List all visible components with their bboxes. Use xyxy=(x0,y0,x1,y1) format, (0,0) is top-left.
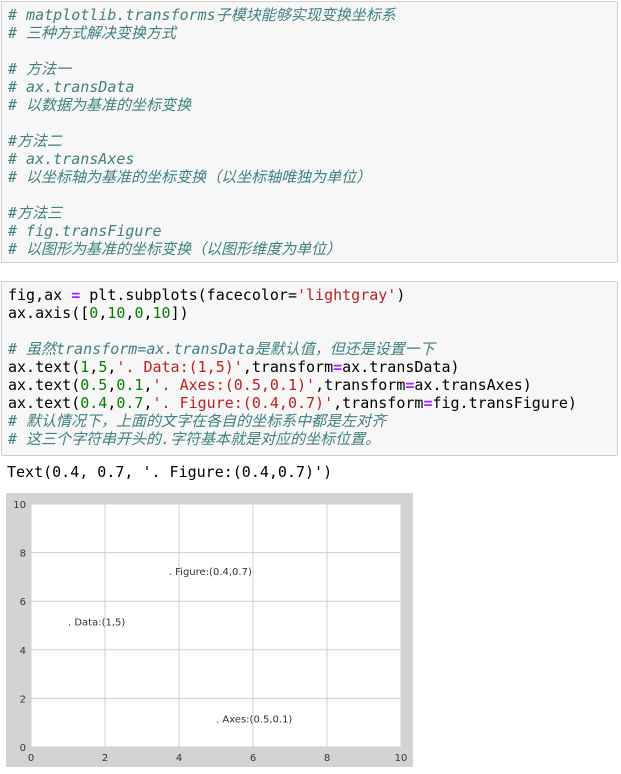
code-cell-comments[interactable]: # matplotlib.transforms子模块能够实现变换坐标系 # 三种方… xyxy=(1,1,618,263)
x-tick-label: 0 xyxy=(28,753,34,764)
code-token: ) xyxy=(396,286,406,304)
annotation-text: . Axes:(0.5,0.1) xyxy=(216,715,292,726)
code-comment: # matplotlib.transforms子模块能够实现变换坐标系 xyxy=(8,6,396,24)
code-cell-plot[interactable]: fig,ax = plt.subplots(facecolor='lightgr… xyxy=(1,281,618,456)
code-comment: # ax.transAxes xyxy=(8,150,135,168)
y-tick-label: 4 xyxy=(20,646,26,657)
code-token: ax.transAxes) xyxy=(414,376,532,394)
x-tick-label: 4 xyxy=(176,753,182,764)
annotation-text: . Data:(1,5) xyxy=(68,618,125,629)
code-token: , xyxy=(98,304,108,322)
x-tick-label: 2 xyxy=(102,753,108,764)
annotation-text: . Figure:(0.4,0.7) xyxy=(169,567,252,578)
code-comment: #方法二 xyxy=(8,132,63,150)
code-line: #方法三 xyxy=(8,204,613,222)
code-token: ax.text( xyxy=(8,358,81,376)
code-token: ax.text( xyxy=(8,394,81,412)
code-number: 10 xyxy=(107,304,126,322)
cell-output-text: Text(0.4, 0.7, '. Figure:(0.4,0.7)') xyxy=(7,463,333,481)
code-line: ax.text(0.5,0.1,'. Axes:(0.5,0.1)',trans… xyxy=(8,376,613,394)
code-token: ,transform xyxy=(333,394,424,412)
code-line: # 以数据为基准的坐标变换 xyxy=(8,96,613,114)
code-comment: # 虽然transform=ax.transData是默认值，但还是设置一下 xyxy=(8,340,435,358)
code-line: # 虽然transform=ax.transData是默认值，但还是设置一下 xyxy=(8,340,613,358)
code-token: ax.axis([ xyxy=(8,304,90,322)
code-line: # ax.transData xyxy=(8,78,613,96)
code-string: '. Data:(1,5)' xyxy=(116,358,243,376)
code-token: ,transform xyxy=(315,376,406,394)
code-comment: # 这三个字符串开头的.字符基本就是对应的坐标位置。 xyxy=(8,430,381,448)
code-token: , xyxy=(143,394,153,412)
code-line: # 方法一 xyxy=(8,60,613,78)
code-number: 5 xyxy=(98,358,108,376)
code-comment: # fig.transFigure xyxy=(8,222,162,240)
y-tick-label: 10 xyxy=(13,500,26,511)
code-comment: # ax.transData xyxy=(8,78,135,96)
code-line: # 默认情况下，上面的文字在各自的坐标系中都是左对齐 xyxy=(8,412,613,430)
code-line: # fig.transFigure xyxy=(8,222,613,240)
code-number: 0.1 xyxy=(116,376,144,394)
code-operator: = xyxy=(71,286,81,304)
code-number: 0.4 xyxy=(80,394,108,412)
code-comment: # 三种方式解决变换方式 xyxy=(8,24,177,42)
y-tick-label: 8 xyxy=(20,549,26,560)
code-line: ax.axis([0,10,0,10]) xyxy=(8,304,613,322)
code-comment: # 方法一 xyxy=(8,60,72,78)
code-lines: # matplotlib.transforms子模块能够实现变换坐标系 # 三种方… xyxy=(8,6,613,258)
code-token: , xyxy=(143,304,153,322)
code-lines: fig,ax = plt.subplots(facecolor='lightgr… xyxy=(8,286,613,448)
code-operator: = xyxy=(333,358,343,376)
x-tick-label: 6 xyxy=(250,753,256,764)
code-comment: # 以坐标轴为基准的坐标变换（以坐标轴唯独为单位） xyxy=(8,168,372,186)
y-tick-label: 2 xyxy=(20,694,26,705)
code-line: # ax.transAxes xyxy=(8,150,613,168)
code-token: ax.transData) xyxy=(342,358,460,376)
code-comment: # 以数据为基准的坐标变换 xyxy=(8,96,192,114)
code-token: ax.text( xyxy=(8,376,81,394)
code-number: 1 xyxy=(80,358,90,376)
y-tick-label: 0 xyxy=(20,743,26,754)
code-line: ax.text(1,5,'. Data:(1,5)',transform=ax.… xyxy=(8,358,613,376)
code-line: ax.text(0.4,0.7,'. Figure:(0.4,0.7)',tra… xyxy=(8,394,613,412)
code-token: plt.subplots(facecolor= xyxy=(80,286,297,304)
code-line: # matplotlib.transforms子模块能够实现变换坐标系 xyxy=(8,6,613,24)
code-comment: #方法三 xyxy=(8,204,63,222)
code-line: # 以图形为基准的坐标变换（以图形维度为单位） xyxy=(8,240,613,258)
y-tick-label: 6 xyxy=(20,597,26,608)
code-number: 10 xyxy=(152,304,171,322)
code-comment: # 以图形为基准的坐标变换（以图形维度为单位） xyxy=(8,240,342,258)
code-token: ,transform xyxy=(242,358,334,376)
code-token: fig,ax xyxy=(8,286,72,304)
code-number: 0.7 xyxy=(116,394,144,412)
x-tick-label: 10 xyxy=(395,753,408,764)
code-string: 'lightgray' xyxy=(297,286,397,304)
figure-canvas: 0 2 4 6 8 10 0 2 4 6 8 10 . Data:(1,5) . Axes:(0.5,0.… xyxy=(6,493,413,767)
code-line: #方法二 xyxy=(8,132,613,150)
code-number: 0.5 xyxy=(80,376,108,394)
code-token: , xyxy=(143,376,153,394)
code-comment: # 默认情况下，上面的文字在各自的坐标系中都是左对齐 xyxy=(8,412,387,430)
code-string: '. Axes:(0.5,0.1)' xyxy=(152,376,316,394)
matplotlib-figure: 0 2 4 6 8 10 0 2 4 6 8 10 . Data:(1,5) . Axes:(0.5,0.… xyxy=(6,493,413,767)
code-line: fig,ax = plt.subplots(facecolor='lightgr… xyxy=(8,286,613,304)
code-token: ]) xyxy=(170,304,189,322)
code-line: # 以坐标轴为基准的坐标变换（以坐标轴唯独为单位） xyxy=(8,168,613,186)
code-number: 0 xyxy=(89,304,99,322)
code-string: '. Figure:(0.4,0.7)' xyxy=(152,394,334,412)
code-token: , xyxy=(89,358,99,376)
code-line: # 三种方式解决变换方式 xyxy=(8,24,613,42)
code-line: # 这三个字符串开头的.字符基本就是对应的坐标位置。 xyxy=(8,430,613,448)
x-tick-label: 8 xyxy=(324,753,330,764)
code-token: fig.transFigure) xyxy=(432,394,577,412)
